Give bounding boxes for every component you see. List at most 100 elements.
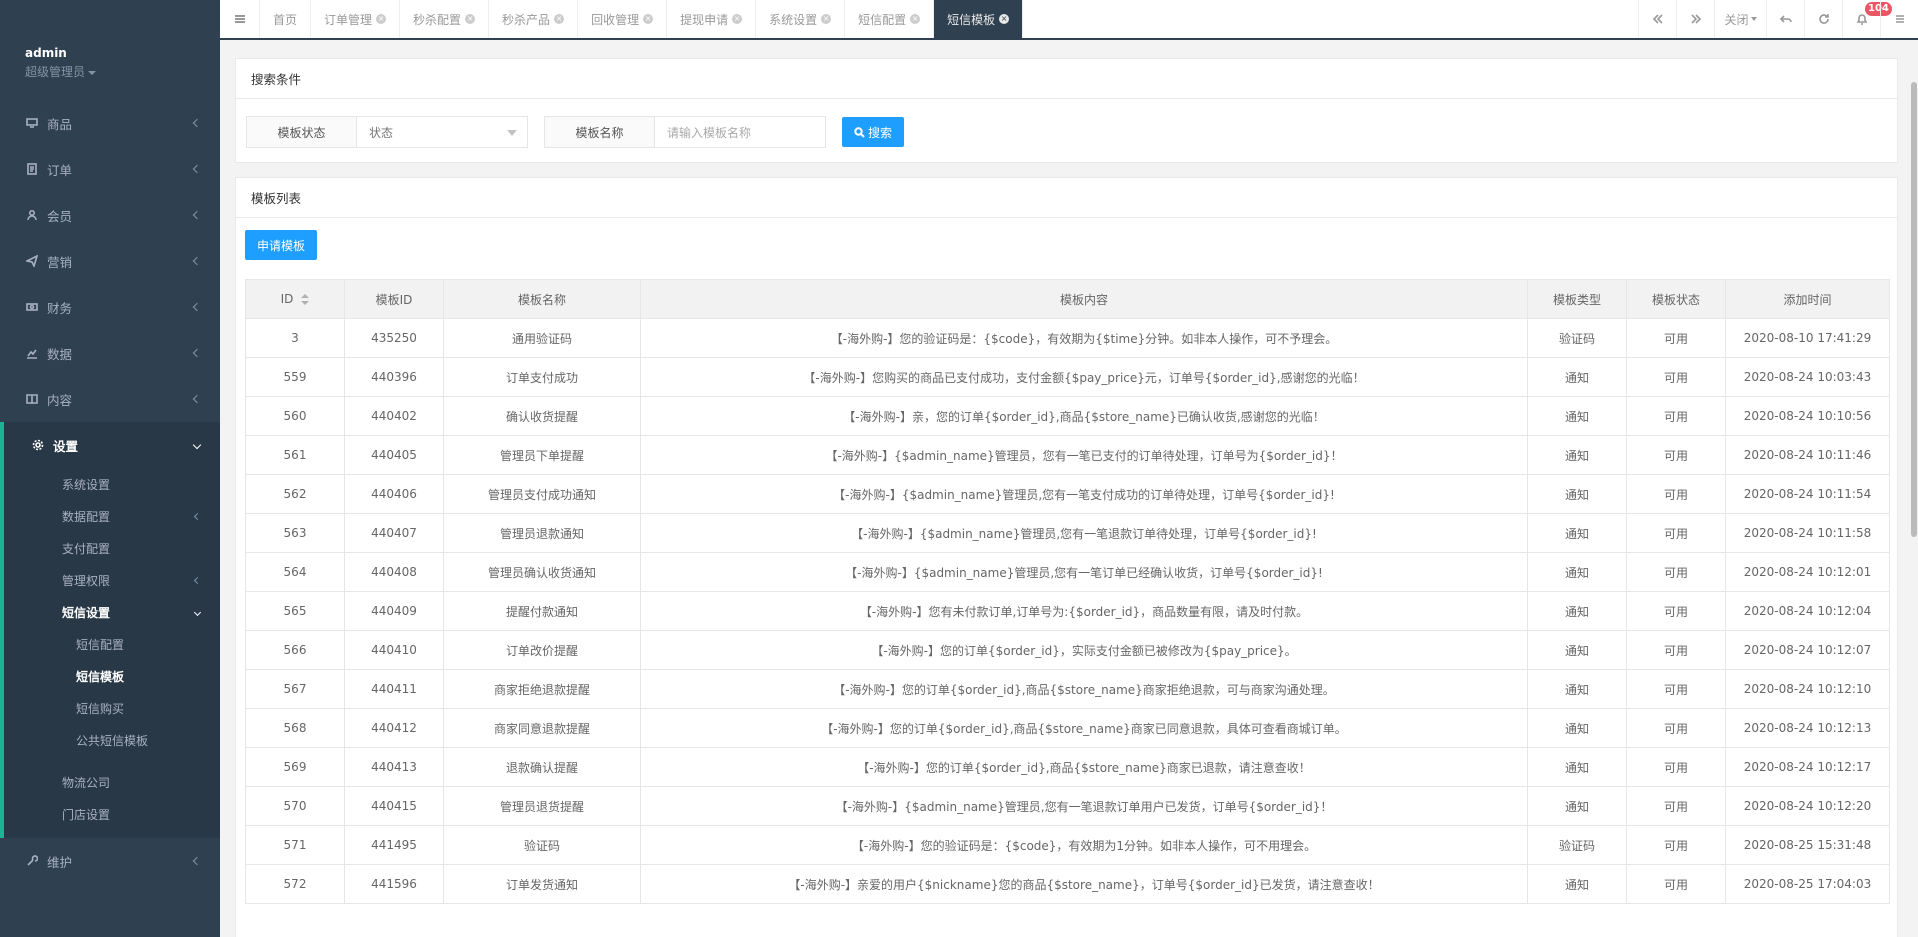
table-cell: 569 [245, 747, 345, 787]
table-row[interactable]: 561 440405 管理员下单提醒 【-海外购-】{$admin_name}管理员，… [245, 435, 1890, 475]
caret-down-icon [88, 70, 97, 75]
column-header-0[interactable]: ID [245, 279, 345, 319]
tab-6[interactable]: 系统设置 × [756, 0, 846, 38]
settings-more-0[interactable]: 物流公司 [4, 766, 220, 798]
tab-1[interactable]: 订单管理 × [311, 0, 401, 38]
settings-subitem-1[interactable]: 数据配置 [4, 500, 220, 532]
table-cell: 440411 [344, 669, 444, 709]
close-icon[interactable]: × [732, 14, 743, 24]
settings-more-1[interactable]: 门店设置 [4, 798, 220, 830]
table-cell: 可用 [1626, 864, 1726, 904]
table-row[interactable]: 565 440409 提醒付款通知 【-海外购-】您有未付款订单,订单号为:{$ord… [245, 591, 1890, 631]
table-cell: 订单改价提醒 [443, 630, 641, 670]
settings-subitem-3[interactable]: 管理权限 [4, 564, 220, 596]
refresh-button[interactable] [1804, 0, 1842, 38]
table-cell: 退款确认提醒 [443, 747, 641, 787]
table-cell: 可用 [1626, 747, 1726, 787]
table-cell: 管理员确认收货通知 [443, 552, 641, 592]
table-row[interactable]: 570 440415 管理员退货提醒 【-海外购-】{$admin_name}管理员,… [245, 786, 1890, 826]
tab-scroll-left-button[interactable] [1638, 0, 1676, 38]
table-row[interactable]: 572 441596 订单发货通知 【-海外购-】亲爱的用户{$nickname}您的… [245, 864, 1890, 904]
settings-subitem-2[interactable]: 支付配置 [4, 532, 220, 564]
search-button-label: 搜索 [868, 125, 893, 140]
settings-subitem-0[interactable]: 系统设置 [4, 468, 220, 500]
sidebar-item-4[interactable]: 财务 [0, 284, 220, 330]
table-cell: 通知 [1527, 864, 1627, 904]
sidebar-item-2[interactable]: 会员 [0, 192, 220, 238]
table-row[interactable]: 571 441495 验证码 【-海外购-】您的验证码是：{$code}，有效期为1分… [245, 825, 1890, 865]
table-row[interactable]: 559 440396 订单支付成功 【-海外购-】您购买的商品已支付成功，支付金额{$… [245, 357, 1890, 397]
sidebar-item-settings[interactable]: 设置 [4, 422, 220, 468]
table-cell: 【-海外购-】亲，您的订单{$order_id},商品{$store_name}… [640, 396, 1528, 436]
table-cell: 440413 [344, 747, 444, 787]
close-icon[interactable]: × [465, 14, 476, 24]
sidebar-item-maintain[interactable]: 维护 [0, 838, 220, 884]
chevron-down-icon [193, 608, 202, 616]
search-button[interactable]: 搜索 [842, 117, 905, 147]
sidebar-item-0[interactable]: 商品 [0, 100, 220, 146]
tab-label: 秒杀产品 [502, 12, 551, 27]
profile: admin 超级管理员 [0, 0, 220, 100]
user-name[interactable]: admin [25, 46, 220, 60]
sidebar-item-3[interactable]: 营销 [0, 238, 220, 284]
sidebar-item-1[interactable]: 订单 [0, 146, 220, 192]
close-icon[interactable]: × [999, 14, 1010, 24]
tab-4[interactable]: 回收管理 × [578, 0, 668, 38]
menu-toggle-button[interactable] [220, 0, 260, 38]
table-cell: 2020-08-24 10:12:07 [1725, 630, 1890, 670]
tab-0[interactable]: 首页 [260, 0, 312, 38]
table-cell: 通知 [1527, 669, 1627, 709]
table-row[interactable]: 567 440411 商家拒绝退款提醒 【-海外购-】您的订单{$order_id},… [245, 669, 1890, 709]
table-row[interactable]: 563 440407 管理员退款通知 【-海外购-】{$admin_name}管理员,… [245, 513, 1890, 553]
tab-scroll-right-button[interactable] [1676, 0, 1714, 38]
status-select-value: 状态 [369, 125, 394, 140]
table-row[interactable]: 569 440413 退款确认提醒 【-海外购-】您的订单{$order_id},商品… [245, 747, 1890, 787]
sidebar-item-label: 订单 [47, 162, 73, 178]
sms-subitem-2[interactable]: 短信购买 [4, 692, 220, 724]
sms-subitem-1[interactable]: 短信模板 [4, 660, 220, 692]
close-icon[interactable]: × [554, 14, 565, 24]
table-row[interactable]: 568 440412 商家同意退款提醒 【-海外购-】您的订单{$order_id},… [245, 708, 1890, 748]
table-row[interactable]: 566 440410 订单改价提醒 【-海外购-】您的订单{$order_id}，实际… [245, 630, 1890, 670]
table-row[interactable]: 3 435250 通用验证码 【-海外购-】您的验证码是：{$code}，有效期为{$… [245, 318, 1890, 358]
chevron-down-icon [192, 440, 202, 450]
tab-7[interactable]: 短信配置 × [845, 0, 935, 38]
close-icon[interactable]: × [376, 14, 387, 24]
chevron-left-icon [192, 302, 202, 312]
tab-3[interactable]: 秒杀产品 × [489, 0, 579, 38]
sidebar-item-5[interactable]: 数据 [0, 330, 220, 376]
sort-icon[interactable] [301, 294, 310, 305]
status-select[interactable]: 状态 [357, 117, 527, 147]
notification-button[interactable]: 104 [1842, 0, 1892, 38]
sidebar-item-label: 内容 [47, 392, 73, 408]
close-icon[interactable]: × [910, 14, 921, 24]
close-tabs-dropdown[interactable]: 关闭 [1714, 0, 1766, 38]
user-role[interactable]: 超级管理员 [25, 63, 220, 80]
apply-template-button[interactable]: 申请模板 [245, 230, 318, 260]
settings-subitem-4[interactable]: 短信设置 [4, 596, 220, 628]
chart-icon [25, 346, 39, 360]
table-cell: 2020-08-24 10:11:54 [1725, 474, 1890, 514]
table-cell: 【-海外购-】{$admin_name}管理员,您有一笔支付成功的订单待处理，订… [640, 474, 1528, 514]
table-cell: 商家拒绝退款提醒 [443, 669, 641, 709]
tab-5[interactable]: 提现申请 × [667, 0, 757, 38]
table-row[interactable]: 560 440402 确认收货提醒 【-海外购-】亲，您的订单{$order_id},… [245, 396, 1890, 436]
table-cell: 【-海外购-】亲爱的用户{$nickname}您的商品{$store_name}… [640, 864, 1528, 904]
sidebar-item-6[interactable]: 内容 [0, 376, 220, 422]
close-icon[interactable]: × [643, 14, 654, 24]
close-icon[interactable]: × [821, 14, 832, 24]
table-cell: 571 [245, 825, 345, 865]
table-cell: 2020-08-24 10:12:17 [1725, 747, 1890, 787]
sms-subitem-0[interactable]: 短信配置 [4, 628, 220, 660]
tab-2[interactable]: 秒杀配置 × [400, 0, 490, 38]
settings-panel-button[interactable] [1880, 0, 1918, 38]
sms-subitem-3[interactable]: 公共短信模板 [4, 724, 220, 756]
user-icon [25, 208, 39, 222]
table-cell: 567 [245, 669, 345, 709]
tab-8[interactable]: 短信模板 × [934, 0, 1024, 38]
page-scrollbar[interactable] [1911, 82, 1917, 537]
back-button[interactable] [1766, 0, 1804, 38]
name-input[interactable]: 请输入模板名称 [655, 117, 825, 147]
table-row[interactable]: 562 440406 管理员支付成功通知 【-海外购-】{$admin_name}管理… [245, 474, 1890, 514]
table-row[interactable]: 564 440408 管理员确认收货通知 【-海外购-】{$admin_name}管理… [245, 552, 1890, 592]
